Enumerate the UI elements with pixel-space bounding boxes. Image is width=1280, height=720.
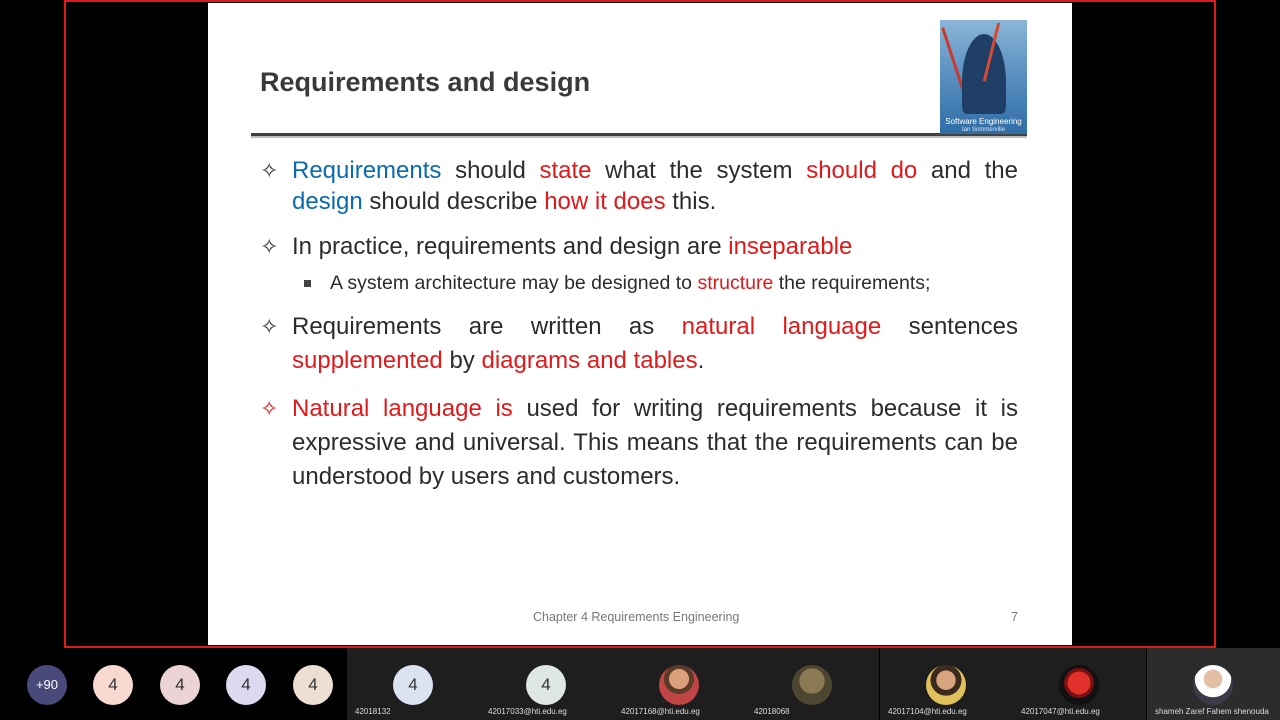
bullet-text-segment: In practice, requirements and design are bbox=[292, 233, 729, 260]
participant-name: shameh Zaref Fahem shenouda bbox=[1155, 707, 1269, 716]
bullet-text-segment: . bbox=[697, 347, 705, 374]
bullet-text-segment: how it does bbox=[544, 188, 666, 215]
more-participants-button[interactable]: +90 bbox=[27, 665, 67, 705]
bullet-list: ✧ Requirements should state what the sys… bbox=[258, 155, 1018, 494]
participant-name: 42018068 bbox=[754, 707, 790, 716]
bullet-text-segment: inseparable bbox=[728, 233, 853, 260]
participant-tile[interactable]: 42018068 bbox=[746, 648, 879, 720]
star-bullet-icon: ✧ bbox=[260, 396, 279, 421]
participant-avatar[interactable]: 4 bbox=[160, 665, 200, 705]
bullet-text-segment: should bbox=[441, 157, 540, 184]
bullet-point: ✧ Natural language is used for writing r… bbox=[258, 392, 1018, 494]
participant-name: 42017168@hti.edu.eg bbox=[621, 707, 700, 716]
bullet-text-segment: natural language bbox=[681, 313, 882, 340]
bullet-text-segment: should do bbox=[806, 157, 918, 184]
participant-name: 42017033@hti.edu.eg bbox=[488, 707, 567, 716]
participant-tile[interactable]: 42017168@hti.edu.eg bbox=[613, 648, 746, 720]
bullet-point: ✧ In practice, requirements and design a… bbox=[258, 231, 1018, 262]
star-bullet-icon: ✧ bbox=[260, 314, 279, 339]
book-cover-image: Software Engineering Ian Sommerville bbox=[940, 20, 1027, 134]
bullet-text-segment: by bbox=[442, 347, 482, 374]
bullet-text-segment: diagrams and tables bbox=[481, 347, 698, 374]
participant-avatar[interactable]: 4 bbox=[93, 665, 133, 705]
participant-tile[interactable]: 42017104@hti.edu.eg bbox=[880, 648, 1013, 720]
participant-photo bbox=[926, 665, 966, 705]
participant-photo bbox=[792, 665, 832, 705]
sub-bullet-text-segment: the requirements; bbox=[773, 272, 931, 294]
bullet-text-segment: this. bbox=[665, 188, 717, 215]
bullet-text-segment: and the bbox=[917, 157, 1018, 184]
star-bullet-icon: ✧ bbox=[260, 158, 279, 183]
participant-photo bbox=[1059, 665, 1099, 705]
participant-name: 42017047@hti.edu.eg bbox=[1021, 707, 1100, 716]
bullet-text-segment: state bbox=[539, 157, 592, 184]
participant-photo bbox=[1193, 665, 1233, 705]
sub-bullet-text-segment: A system architecture may be designed to bbox=[330, 272, 698, 294]
sub-bullet-text-segment: structure bbox=[697, 272, 774, 294]
participant-name: 42017104@hti.edu.eg bbox=[888, 707, 967, 716]
bullet-text-segment: should describe bbox=[362, 188, 545, 215]
participant-avatar[interactable]: 4 bbox=[293, 665, 333, 705]
bullet-text-segment: Requirements are written as bbox=[292, 313, 682, 340]
participant-avatar: 4 bbox=[393, 665, 433, 705]
participant-photo bbox=[659, 665, 699, 705]
bullet-text-segment: sentences bbox=[881, 313, 1019, 340]
bullet-text-segment: Requirements bbox=[292, 157, 442, 184]
participant-avatar: 4 bbox=[526, 665, 566, 705]
bullet-text-segment: Natural language is bbox=[292, 395, 513, 422]
book-author: Ian Sommerville bbox=[961, 127, 1005, 133]
square-bullet-icon bbox=[304, 280, 311, 287]
participant-name: 42018132 bbox=[355, 707, 391, 716]
bullet-text-segment: supplemented bbox=[292, 347, 443, 374]
sub-bullet-point: A system architecture may be designed to… bbox=[258, 270, 1018, 296]
slide-title: Requirements and design bbox=[260, 67, 591, 97]
presentation-slide: Requirements and design Software Enginee… bbox=[208, 3, 1072, 645]
participant-tile[interactable]: 42017047@hti.edu.eg bbox=[1013, 648, 1146, 720]
bullet-point: ✧ Requirements should state what the sys… bbox=[258, 155, 1018, 217]
book-caption: Software Engineering bbox=[945, 117, 1022, 126]
participant-tile-active-speaker[interactable]: shameh Zaref Fahem shenouda bbox=[1147, 648, 1280, 720]
participant-tile[interactable]: 4 42017033@hti.edu.eg bbox=[480, 648, 613, 720]
bullet-text-segment: what the system bbox=[591, 157, 807, 184]
bullet-text-segment: design bbox=[292, 188, 363, 215]
star-bullet-icon: ✧ bbox=[260, 234, 279, 259]
slide-page-number: 7 bbox=[1011, 610, 1018, 624]
participant-tile[interactable]: 4 42018132 bbox=[347, 648, 480, 720]
bullet-point: ✧ Requirements are written as natural la… bbox=[258, 310, 1018, 378]
participant-avatar[interactable]: 4 bbox=[226, 665, 266, 705]
title-divider-shadow bbox=[251, 136, 1027, 138]
slide-footer: Chapter 4 Requirements Engineering bbox=[533, 610, 740, 624]
